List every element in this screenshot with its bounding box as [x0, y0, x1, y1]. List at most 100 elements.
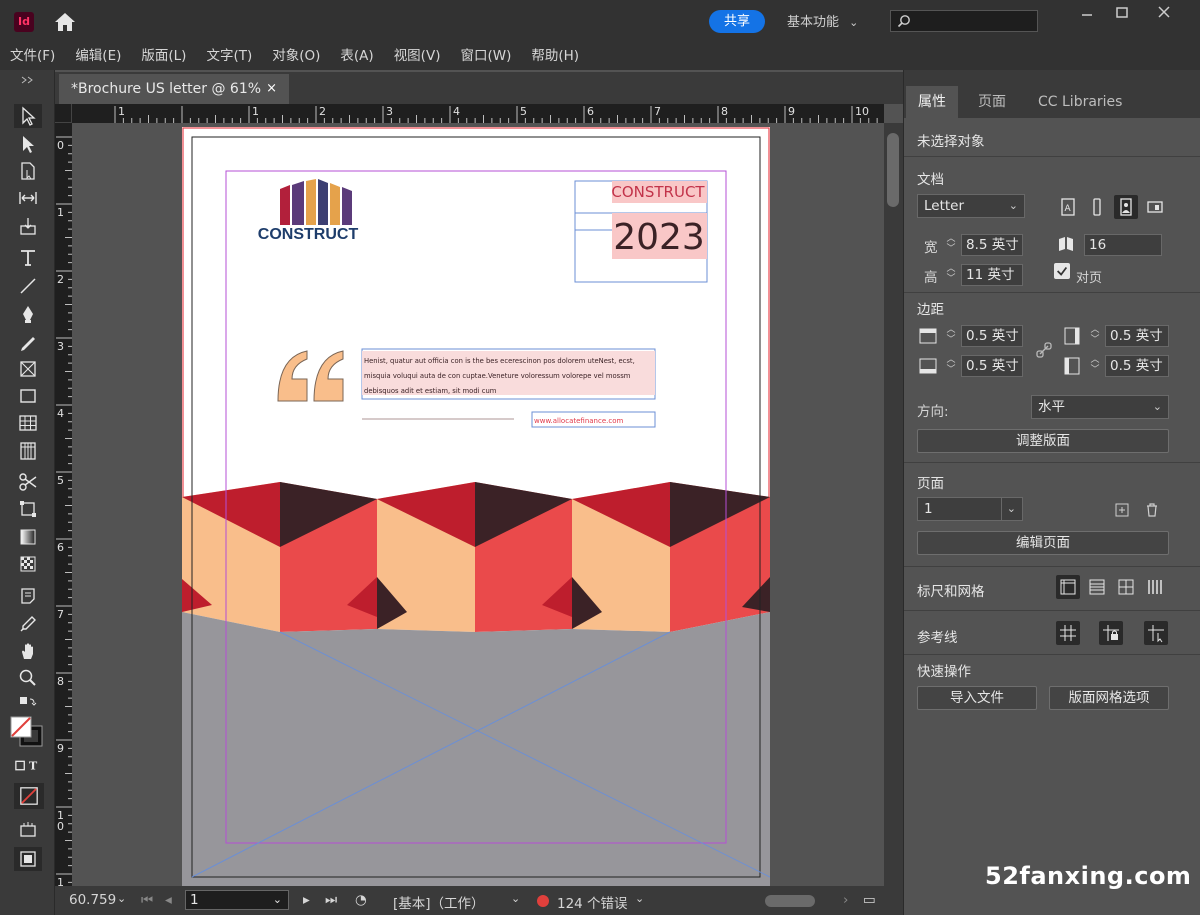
tab-pages[interactable]: 页面 [966, 86, 1018, 118]
free-transform-tool-icon[interactable] [14, 497, 42, 521]
apply-none-icon[interactable] [14, 783, 44, 809]
preflight-profile[interactable]: [基本]（工作） [393, 892, 485, 912]
add-page-icon[interactable] [1110, 498, 1134, 522]
scissors-tool-icon[interactable] [14, 470, 42, 494]
vertical-scrollbar[interactable] [884, 123, 903, 886]
tab-properties[interactable]: 属性 [906, 86, 958, 118]
page-year[interactable]: 2023 [613, 217, 705, 258]
collapse-arrows-icon[interactable] [14, 74, 42, 86]
intent-print-icon[interactable]: A [1056, 195, 1080, 219]
preflight-icon[interactable]: ◔ [355, 892, 367, 908]
menu-window[interactable]: 窗口(W) [460, 42, 511, 70]
facing-pages-checkbox[interactable] [1054, 263, 1070, 279]
profile-chevron-icon[interactable]: ⌄ [511, 892, 520, 905]
zigzag-banner[interactable] [182, 482, 770, 632]
formatting-container-icon[interactable]: T [14, 756, 42, 776]
height-field[interactable]: 11 英寸 [961, 264, 1023, 286]
menu-help[interactable]: 帮助(H) [531, 42, 579, 70]
edit-page-button[interactable]: 编辑页面 [917, 531, 1169, 555]
website-link[interactable]: www.allocatefinance.com [534, 417, 623, 425]
margin-left-field[interactable]: 0.5 英寸 [1105, 355, 1169, 377]
margin-left-stepper[interactable]: ︿ ﹀ [1088, 355, 1102, 377]
gradient-swatch-tool-icon[interactable] [14, 525, 42, 549]
search-input[interactable] [890, 10, 1038, 32]
margin-top-stepper[interactable]: ︿ ﹀ [944, 325, 958, 347]
vertical-ruler[interactable]: 0123456789101 [55, 123, 72, 886]
layout-grid-options-button[interactable]: 版面网格选项 [1049, 686, 1169, 710]
import-file-button[interactable]: 导入文件 [917, 686, 1037, 710]
scroll-right-icon[interactable]: › [843, 892, 848, 908]
page-heading[interactable]: CONSTRUCT [611, 183, 705, 201]
page-tool-icon[interactable] [14, 159, 42, 183]
table-tool-icon[interactable] [14, 411, 42, 435]
home-icon[interactable] [52, 10, 78, 34]
document-grid-icon[interactable] [1114, 575, 1138, 599]
lock-guides-icon[interactable] [1099, 621, 1123, 645]
workspace-switcher[interactable]: 基本功能 ⌄ [787, 11, 858, 30]
menu-view[interactable]: 视图(V) [394, 42, 441, 70]
share-button[interactable]: 共享 [709, 10, 765, 33]
menu-object[interactable]: 对象(O) [272, 42, 320, 70]
page-size-dropdown[interactable]: Letter ⌄ [917, 194, 1025, 218]
adjust-layout-button[interactable]: 调整版面 [917, 429, 1169, 453]
fill-stroke-swatch[interactable] [8, 714, 48, 750]
next-page-icon[interactable]: ▸ [303, 892, 310, 908]
ruler-toggle-icon[interactable] [1056, 575, 1080, 599]
margin-bottom-stepper[interactable]: ︿ ﹀ [944, 355, 958, 377]
margin-top-field[interactable]: 0.5 英寸 [961, 325, 1023, 347]
rectangle-tool-icon[interactable] [14, 384, 42, 408]
menu-edit[interactable]: 编辑(E) [75, 42, 121, 70]
page-select[interactable]: 1 ⌄ [917, 497, 1023, 521]
layout-grid-icon[interactable] [1143, 575, 1167, 599]
pencil-tool-icon[interactable] [14, 330, 42, 354]
rectangle-frame-tool-icon[interactable] [14, 357, 42, 381]
preview-mode-icon[interactable] [14, 847, 42, 871]
horizontal-scroll-thumb[interactable] [765, 895, 815, 907]
scroll-thumb[interactable] [887, 133, 899, 207]
orientation-dropdown[interactable]: 水平 ⌄ [1031, 395, 1169, 419]
document-tab[interactable]: *Brochure US letter @ 61% × [59, 74, 289, 104]
intent-web-icon[interactable] [1085, 195, 1109, 219]
menu-type[interactable]: 文字(T) [206, 42, 252, 70]
menu-file[interactable]: 文件(F) [10, 42, 55, 70]
type-tool-icon[interactable] [14, 246, 42, 270]
selection-tool-icon[interactable] [14, 104, 42, 128]
pages-count-field[interactable]: 16 [1084, 234, 1162, 256]
content-collector-icon[interactable] [14, 214, 42, 238]
link-margins-icon[interactable] [1032, 338, 1056, 362]
screen-mode-icon[interactable] [14, 817, 42, 841]
eyedropper-tool-icon[interactable] [14, 612, 42, 636]
horizontal-ruler[interactable]: 1 1 2 3 4 5 6 7 8 9 10 [72, 104, 884, 123]
baseline-grid-icon[interactable] [1085, 575, 1109, 599]
margin-right-stepper[interactable]: ︿ ﹀ [1088, 325, 1102, 347]
margin-right-field[interactable]: 0.5 英寸 [1105, 325, 1169, 347]
hand-tool-icon[interactable] [14, 639, 42, 663]
errors-chevron-icon[interactable]: ⌄ [635, 892, 644, 905]
maximize-button[interactable] [1106, 3, 1138, 23]
delete-page-icon[interactable] [1140, 498, 1164, 522]
line-tool-icon[interactable] [14, 274, 42, 298]
page-number-field[interactable]: 1 ⌄ [185, 890, 289, 910]
document-page[interactable]: CONSTRUCT CONSTRUCT 2023 Henist, quatur … [182, 127, 770, 887]
pasteboard[interactable]: CONSTRUCT CONSTRUCT 2023 Henist, quatur … [72, 123, 884, 887]
menu-table[interactable]: 表(A) [340, 42, 373, 70]
zoom-dropdown-chevron-icon[interactable]: ⌄ [117, 892, 126, 905]
landscape-orientation-icon[interactable] [1143, 195, 1167, 219]
close-tab-icon[interactable]: × [266, 74, 277, 104]
minimize-button[interactable] [1071, 3, 1103, 23]
grey-footer-block[interactable] [182, 612, 770, 887]
width-stepper[interactable]: ︿ ﹀ [944, 234, 958, 256]
margin-bottom-field[interactable]: 0.5 英寸 [961, 355, 1023, 377]
split-window-icon[interactable]: ▭ [863, 892, 876, 908]
direct-selection-tool-icon[interactable] [14, 132, 42, 156]
zoom-level[interactable]: 60.759 [69, 892, 116, 908]
swap-fill-stroke-icon[interactable] [14, 694, 42, 710]
menu-layout[interactable]: 版面(L) [141, 42, 186, 70]
portrait-orientation-icon[interactable] [1114, 195, 1138, 219]
height-stepper[interactable]: ︿ ﹀ [944, 264, 958, 286]
show-guides-icon[interactable] [1056, 621, 1080, 645]
gap-tool-icon[interactable] [14, 186, 42, 210]
previous-page-icon[interactable]: ◂ [165, 892, 172, 908]
pen-tool-icon[interactable] [14, 302, 42, 326]
ruler-origin[interactable] [55, 104, 72, 123]
